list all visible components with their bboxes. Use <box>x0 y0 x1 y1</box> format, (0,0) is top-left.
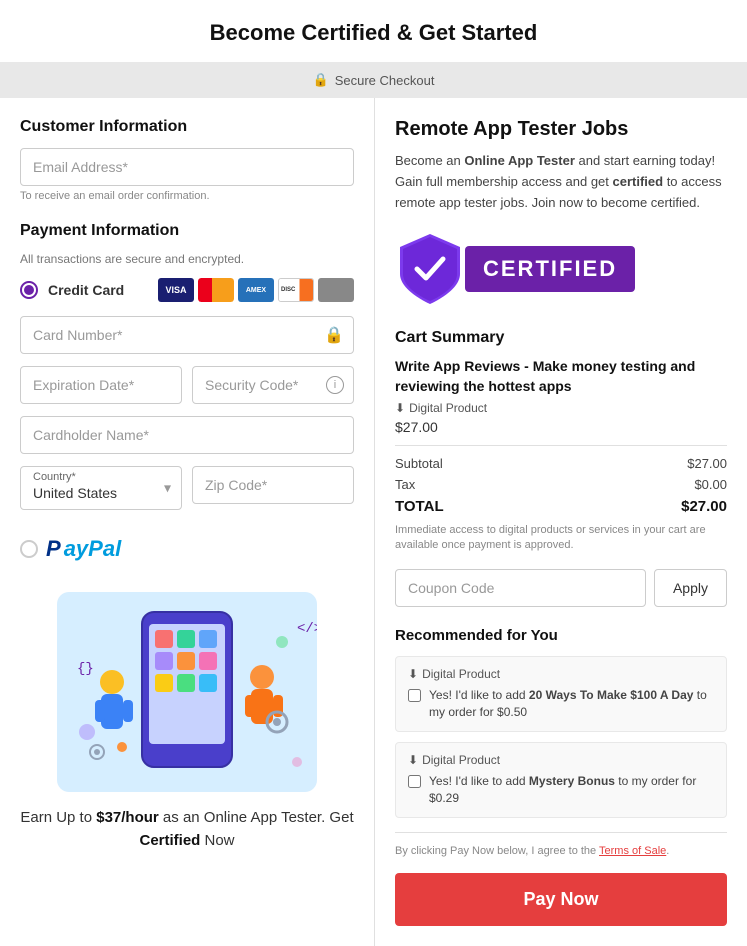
customer-info-title: Customer Information <box>20 118 354 136</box>
lock-icon: 🔒 <box>313 72 329 88</box>
zip-input[interactable] <box>192 466 354 504</box>
total-row: TOTAL $27.00 <box>395 498 727 515</box>
secure-bar: 🔒 Secure Checkout <box>0 62 747 98</box>
rec-item-2: ⬇ Digital Product Yes! I'd like to add M… <box>395 742 727 818</box>
zip-field <box>192 466 354 510</box>
cardholder-input[interactable] <box>20 416 354 454</box>
expiry-input[interactable] <box>20 366 182 404</box>
rec-item-1: ⬇ Digital Product Yes! I'd like to add 2… <box>395 656 727 732</box>
expiry-security-row: i <box>20 366 354 416</box>
product-price: $27.00 <box>395 419 727 435</box>
rec2-text: Yes! I'd like to add Mystery Bonus to my… <box>429 773 714 807</box>
paypal-radio[interactable] <box>20 540 38 558</box>
terms-note: By clicking Pay Now below, I agree to th… <box>395 843 727 860</box>
download-icon: ⬇ <box>395 401 405 415</box>
tax-row: Tax $0.00 <box>395 477 727 492</box>
coupon-input[interactable] <box>395 569 646 607</box>
security-field: i <box>192 366 354 404</box>
country-zip-row: Country* United States Canada United Kin… <box>20 466 354 510</box>
rec1-header: ⬇ Digital Product <box>408 667 714 681</box>
country-select-wrap: Country* United States Canada United Kin… <box>20 466 182 510</box>
digital-product-label: ⬇ Digital Product <box>395 401 727 415</box>
security-info-icon[interactable]: i <box>326 376 344 394</box>
mastercard-icon <box>198 278 234 302</box>
subtotal-row: Subtotal $27.00 <box>395 456 727 471</box>
email-field-wrap: To receive an email order confirmation. <box>20 148 354 202</box>
visa-icon: VISA <box>158 278 194 302</box>
rec2-checkbox[interactable] <box>408 775 421 788</box>
rec1-checkbox[interactable] <box>408 689 421 702</box>
expiry-field <box>20 366 182 404</box>
card-number-field: 🔒 <box>20 316 354 354</box>
discover-icon: DISC <box>278 278 314 302</box>
phone-illustration: </> {} <box>57 592 317 792</box>
email-hint: To receive an email order confirmation. <box>20 190 354 202</box>
rec1-checkbox-row: Yes! I'd like to add 20 Ways To Make $10… <box>408 687 714 721</box>
other-card-icon <box>318 278 354 302</box>
customer-info-section: Customer Information To receive an email… <box>20 118 354 202</box>
certified-badge: CERTIFIED <box>395 229 727 309</box>
rec1-download-icon: ⬇ <box>408 667 418 681</box>
pay-now-button[interactable]: Pay Now <box>395 873 727 926</box>
rec1-text: Yes! I'd like to add 20 Ways To Make $10… <box>429 687 714 721</box>
paypal-logo-text: ayPal <box>64 536 122 562</box>
paypal-p-icon: P <box>46 536 61 562</box>
promo-section: </> {} <box>20 592 354 795</box>
rec2-header: ⬇ Digital Product <box>408 753 714 767</box>
payment-info-section: Payment Information All transactions are… <box>20 222 354 572</box>
promo-text: Earn Up to $37/hour as an Online App Tes… <box>20 807 354 852</box>
certified-text-box: CERTIFIED <box>465 246 635 292</box>
credit-card-radio[interactable] <box>20 281 38 299</box>
page-title: Become Certified & Get Started <box>0 0 747 62</box>
payment-info-subtitle: All transactions are secure and encrypte… <box>20 252 354 266</box>
country-label: Country* <box>33 471 76 483</box>
product-title: Remote App Tester Jobs <box>395 118 727 141</box>
coupon-row: Apply <box>395 569 727 607</box>
amex-icon: AMEX <box>238 278 274 302</box>
terms-divider <box>395 832 727 833</box>
cart-product-name: Write App Reviews - Make money testing a… <box>395 357 727 396</box>
credit-card-label: Credit Card <box>48 282 124 298</box>
shield-icon <box>395 229 465 309</box>
cardholder-field <box>20 416 354 454</box>
product-description: Become an Online App Tester and start ea… <box>395 151 727 213</box>
cart-summary-title: Cart Summary <box>395 329 727 347</box>
paypal-option-row: P ayPal <box>20 526 354 572</box>
recommended-title: Recommended for You <box>395 627 727 644</box>
card-lock-icon: 🔒 <box>324 325 344 345</box>
email-input[interactable] <box>20 148 354 186</box>
access-note: Immediate access to digital products or … <box>395 523 727 554</box>
card-number-input[interactable] <box>20 316 354 354</box>
card-icons: VISA AMEX DISC <box>158 278 354 302</box>
terms-of-sale-link[interactable]: Terms of Sale <box>599 845 666 857</box>
apply-button[interactable]: Apply <box>654 569 727 607</box>
rec2-checkbox-row: Yes! I'd like to add Mystery Bonus to my… <box>408 773 714 807</box>
secure-label: Secure Checkout <box>335 73 435 88</box>
credit-card-option-row: Credit Card VISA AMEX DISC <box>20 278 354 302</box>
rec2-download-icon: ⬇ <box>408 753 418 767</box>
svg-text:{}: {} <box>77 661 94 677</box>
paypal-logo: P ayPal <box>46 536 121 562</box>
cart-divider <box>395 445 727 446</box>
svg-text:</>: </> <box>297 621 317 637</box>
payment-info-title: Payment Information <box>20 222 354 240</box>
